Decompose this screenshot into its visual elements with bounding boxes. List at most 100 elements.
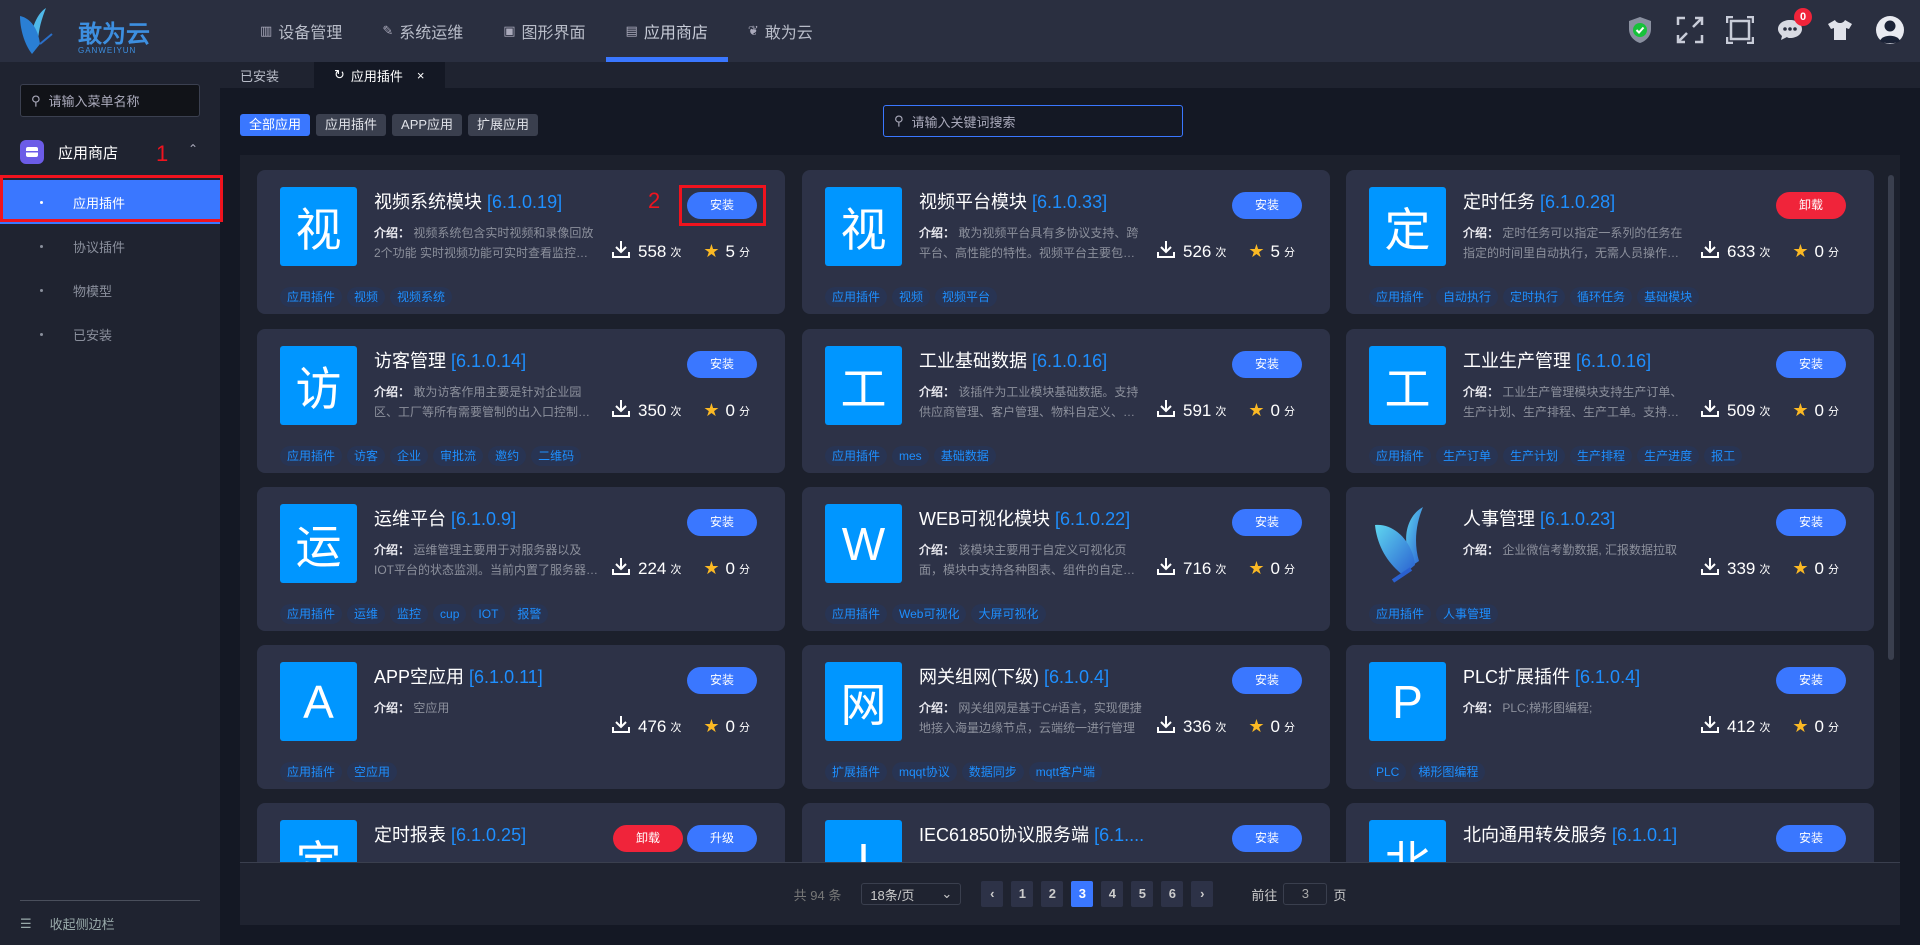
install-button[interactable]: 安装: [687, 192, 757, 219]
plugin-tag[interactable]: mqtt客户端: [1028, 762, 1103, 782]
plugin-tag[interactable]: 二维码: [531, 446, 582, 466]
tab-installed[interactable]: 已安装: [220, 62, 299, 88]
plugin-tag[interactable]: 报工: [1704, 446, 1743, 466]
plugin-tag[interactable]: 生产计划: [1503, 446, 1566, 466]
plugin-card[interactable]: 访访客管理 [6.1.0.14] 介绍： 敢为访客作用主要是针对企业园区、工厂等所…: [257, 329, 785, 473]
plugin-card[interactable]: 工工业基础数据 [6.1.0.16] 介绍： 该插件为工业模块基础数据。支持供应商…: [802, 329, 1330, 473]
plugin-tag[interactable]: 循环任务: [1570, 287, 1633, 307]
plugin-card[interactable]: 视视频系统模块 [6.1.0.19] 介绍： 视频系统包含实时视频和录像回放2个功…: [257, 170, 785, 314]
scrollbar[interactable]: [1888, 175, 1894, 660]
plugin-card[interactable]: 定定时任务 [6.1.0.28] 介绍： 定时任务可以指定一系列的任务在指定的时间…: [1346, 170, 1874, 314]
sidebar-group-app-store[interactable]: 应用商店 ⌃: [0, 132, 220, 172]
page-button[interactable]: 5: [1131, 881, 1154, 907]
tab-app-plugins[interactable]: ↻ 应用插件 ×: [314, 62, 445, 88]
theme-shirt-icon[interactable]: [1824, 14, 1856, 46]
install-button[interactable]: 安装: [1232, 667, 1302, 694]
plugin-tag[interactable]: 应用插件: [280, 446, 343, 466]
plugin-tag[interactable]: 访客: [347, 446, 386, 466]
sidebar-item-2[interactable]: 物模型: [0, 268, 220, 312]
plugin-card[interactable]: W WEB可视化模块 [6.1.0.22] 介绍： 该模块主要用于自定义可视化页面，…: [802, 487, 1330, 631]
page-button[interactable]: 1: [1011, 881, 1034, 907]
plugin-tag[interactable]: Web可视化: [892, 604, 967, 624]
install-button[interactable]: 安装: [1232, 825, 1302, 852]
plugin-tag[interactable]: 生产订单: [1436, 446, 1499, 466]
plugin-card[interactable]: A APP空应用 [6.1.0.11] 介绍： 空应用 安装 476 次 ★ 0 分应用插件 空应…: [257, 645, 785, 789]
install-button[interactable]: 安装: [1232, 351, 1302, 378]
collapse-sidebar-button[interactable]: ☰ 收起侧边栏: [20, 914, 115, 933]
filter-button[interactable]: 应用插件: [316, 114, 387, 136]
page-button[interactable]: 4: [1101, 881, 1124, 907]
keyword-search-input[interactable]: ⚲ 请输入关键词搜索: [883, 105, 1183, 137]
plugin-card[interactable]: 工工业生产管理 [6.1.0.16] 介绍： 工业生产管理模块支持生产订单、生产计…: [1346, 329, 1874, 473]
page-button[interactable]: 3: [1071, 881, 1094, 907]
plugin-tag[interactable]: mes: [892, 446, 929, 466]
security-shield-icon[interactable]: [1624, 14, 1656, 46]
install-button[interactable]: 安装: [687, 351, 757, 378]
nav-item-3[interactable]: ▤ 应用商店: [605, 0, 729, 62]
plugin-card[interactable]: 网网关组网(下级) [6.1.0.4] 介绍： 网关组网是基于C#语言，实现便捷地…: [802, 645, 1330, 789]
plugin-tag[interactable]: 空应用: [347, 762, 398, 782]
install-button[interactable]: 安装: [687, 667, 757, 694]
plugin-tag[interactable]: 报警: [510, 604, 549, 624]
plugin-tag[interactable]: 梯形图编程: [1411, 762, 1486, 782]
uninstall-button[interactable]: 卸载: [613, 825, 683, 852]
plugin-tag[interactable]: IOT: [471, 604, 506, 624]
user-avatar[interactable]: [1874, 14, 1906, 46]
plugin-card[interactable]: P PLC扩展插件 [6.1.0.4] 介绍： PLC;梯形图编程; 安装 412 次 ★ 0…: [1346, 645, 1874, 789]
plugin-tag[interactable]: 监控: [390, 604, 429, 624]
plugin-tag[interactable]: mqqt协议: [892, 762, 957, 782]
install-button[interactable]: 安装: [1776, 351, 1846, 378]
plugin-tag[interactable]: 应用插件: [825, 287, 888, 307]
plugin-tag[interactable]: 生产进度: [1637, 446, 1700, 466]
next-page-button[interactable]: ›: [1191, 881, 1214, 907]
filter-button[interactable]: 扩展应用: [468, 114, 539, 136]
plugin-tag[interactable]: PLC: [1369, 762, 1407, 782]
plugin-tag[interactable]: 视频: [892, 287, 931, 307]
messages-icon[interactable]: 0: [1774, 8, 1812, 46]
goto-page-input[interactable]: 3: [1283, 883, 1328, 905]
sidebar-item-0[interactable]: 应用插件: [0, 180, 220, 224]
install-button[interactable]: 安装: [1776, 509, 1846, 536]
plugin-tag[interactable]: cup: [433, 604, 467, 624]
page-size-select[interactable]: 18条/页 ⌄: [861, 883, 962, 905]
nav-item-1[interactable]: ✎ 系统运维: [362, 0, 483, 62]
page-button[interactable]: 2: [1041, 881, 1064, 907]
filter-button[interactable]: APP应用: [392, 114, 463, 136]
plugin-tag[interactable]: 基础数据: [933, 446, 996, 466]
chevron-up-icon[interactable]: ⌃: [188, 142, 198, 156]
plugin-tag[interactable]: 企业: [390, 446, 429, 466]
plugin-tag[interactable]: 运维: [347, 604, 386, 624]
upgrade-button[interactable]: 升级: [687, 825, 757, 852]
sidebar-item-1[interactable]: 协议插件: [0, 224, 220, 268]
plugin-tag[interactable]: 应用插件: [1369, 604, 1432, 624]
menu-search-input[interactable]: ⚲ 请输入菜单名称: [20, 84, 200, 117]
plugin-tag[interactable]: 应用插件: [280, 604, 343, 624]
plugin-tag[interactable]: 视频: [347, 287, 386, 307]
plugin-tag[interactable]: 应用插件: [1369, 287, 1432, 307]
close-icon[interactable]: ×: [417, 68, 425, 83]
plugin-tag[interactable]: 定时执行: [1503, 287, 1566, 307]
plugin-tag[interactable]: 视频平台: [935, 287, 998, 307]
plugin-tag[interactable]: 应用插件: [825, 604, 888, 624]
plugin-tag[interactable]: 应用插件: [280, 287, 343, 307]
nav-item-0[interactable]: ▥ 设备管理: [240, 0, 362, 62]
page-button[interactable]: 6: [1161, 881, 1184, 907]
install-button[interactable]: 安装: [1232, 509, 1302, 536]
plugin-tag[interactable]: 自动执行: [1436, 287, 1499, 307]
plugin-tag[interactable]: 邀约: [488, 446, 527, 466]
fullscreen-icon[interactable]: [1674, 14, 1706, 46]
plugin-card[interactable]: 视视频平台模块 [6.1.0.33] 介绍： 敢为视频平台具有多协议支持、跨平台、…: [802, 170, 1330, 314]
plugin-tag[interactable]: 审批流: [433, 446, 484, 466]
plugin-tag[interactable]: 生产排程: [1570, 446, 1633, 466]
install-button[interactable]: 安装: [1776, 825, 1846, 852]
plugin-tag[interactable]: 应用插件: [280, 762, 343, 782]
plugin-tag[interactable]: 数据同步: [961, 762, 1024, 782]
refresh-icon[interactable]: ↻: [334, 67, 345, 83]
plugin-tag[interactable]: 应用插件: [1369, 446, 1432, 466]
install-button[interactable]: 安装: [1776, 667, 1846, 694]
screenshot-frame-icon[interactable]: [1724, 14, 1756, 46]
plugin-tag[interactable]: 视频系统: [390, 287, 453, 307]
logo[interactable]: 敢为云 GANWEIYUN: [18, 4, 168, 58]
install-button[interactable]: 安装: [1232, 192, 1302, 219]
plugin-tag[interactable]: 人事管理: [1436, 604, 1499, 624]
